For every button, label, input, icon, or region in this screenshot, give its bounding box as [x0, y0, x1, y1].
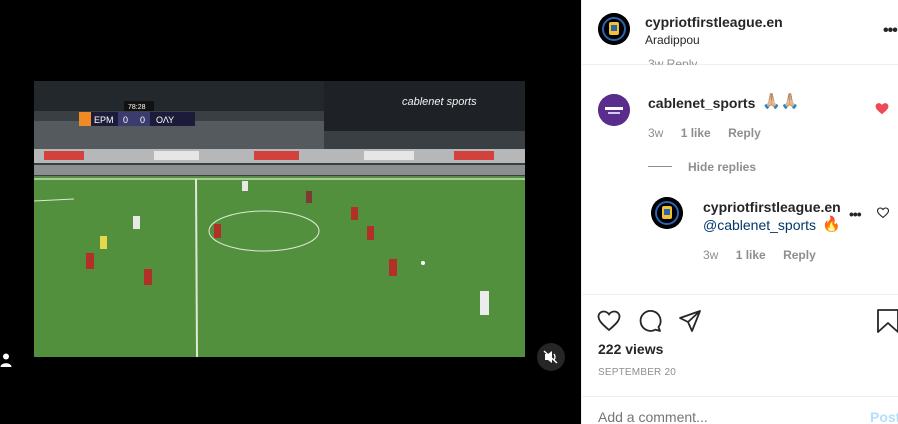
action-section: 222 views SEPTEMBER 20 Post: [582, 294, 898, 424]
truncated-comment-meta: 3w Reply: [648, 57, 698, 65]
add-comment-input[interactable]: [598, 409, 798, 424]
match-clock: 78:28: [128, 104, 146, 111]
reply-more-button[interactable]: •••: [849, 206, 862, 222]
post-date[interactable]: SEPTEMBER 20: [598, 367, 676, 378]
score-away-team: ΟΛΥ: [156, 115, 174, 125]
reply-likes[interactable]: 1 like: [736, 248, 766, 262]
comment-text: 🙏🏼🙏🏼: [762, 93, 800, 110]
user-tag-icon[interactable]: [0, 352, 12, 368]
comment-time[interactable]: 3w: [648, 126, 663, 140]
more-options-button[interactable]: •••: [883, 22, 898, 40]
heart-outline-icon[interactable]: [877, 207, 889, 219]
comment-likes[interactable]: 1 like: [681, 126, 711, 140]
league-logo-icon: [651, 197, 683, 229]
account-name[interactable]: cypriotfirstleague.en: [645, 14, 783, 30]
view-count[interactable]: 222 views: [598, 341, 663, 357]
commenter-avatar[interactable]: [598, 94, 630, 126]
score-away: 0: [140, 115, 145, 125]
comment-composer: Post: [582, 396, 898, 424]
score-home: 0: [123, 115, 128, 125]
reply-time[interactable]: 3w: [703, 248, 718, 262]
league-logo-icon: [598, 13, 630, 45]
post-button[interactable]: Post: [870, 409, 898, 424]
liked-heart-icon[interactable]: [875, 102, 889, 116]
post-location[interactable]: Aradippou: [645, 33, 700, 47]
media-area: ΕΡΜ 0 0 ΟΛΥ 78:28 cablenet sports: [0, 0, 581, 424]
heart-icon[interactable]: [597, 309, 621, 333]
reply-emoji: 🔥: [822, 216, 841, 233]
divider: [648, 166, 672, 167]
score-home-team: ΕΡΜ: [94, 115, 114, 125]
post-panel: cypriotfirstleague.en Aradippou ••• 3w R…: [581, 0, 898, 424]
reply-username[interactable]: cypriotfirstleague.en: [703, 199, 843, 215]
reply-reply-button[interactable]: Reply: [783, 248, 816, 262]
video-frame: ΕΡΜ 0 0 ΟΛΥ 78:28 cablenet sports: [34, 81, 525, 357]
video-player[interactable]: ΕΡΜ 0 0 ΟΛΥ 78:28 cablenet sports: [34, 81, 525, 357]
reply-meta: 3w 1 like Reply: [703, 248, 830, 262]
cablenet-logo-icon: [598, 94, 630, 126]
post-header: cypriotfirstleague.en Aradippou •••: [582, 0, 898, 65]
bookmark-icon[interactable]: [876, 309, 898, 333]
comment-username[interactable]: cablenet_sports: [648, 95, 755, 111]
reply-mention[interactable]: @cablenet_sports: [703, 217, 816, 233]
account-avatar[interactable]: [598, 13, 630, 45]
comment-icon[interactable]: [638, 309, 662, 333]
hide-replies-button[interactable]: Hide replies: [688, 160, 756, 174]
mute-button[interactable]: [537, 343, 565, 371]
reply-avatar[interactable]: [651, 197, 683, 229]
reply-button[interactable]: Reply: [728, 126, 761, 140]
speaker-muted-icon: [543, 350, 558, 364]
share-icon[interactable]: [678, 309, 702, 333]
broadcaster-logo: cablenet sports: [402, 96, 477, 108]
comment-meta: 3w 1 like Reply: [648, 126, 775, 140]
